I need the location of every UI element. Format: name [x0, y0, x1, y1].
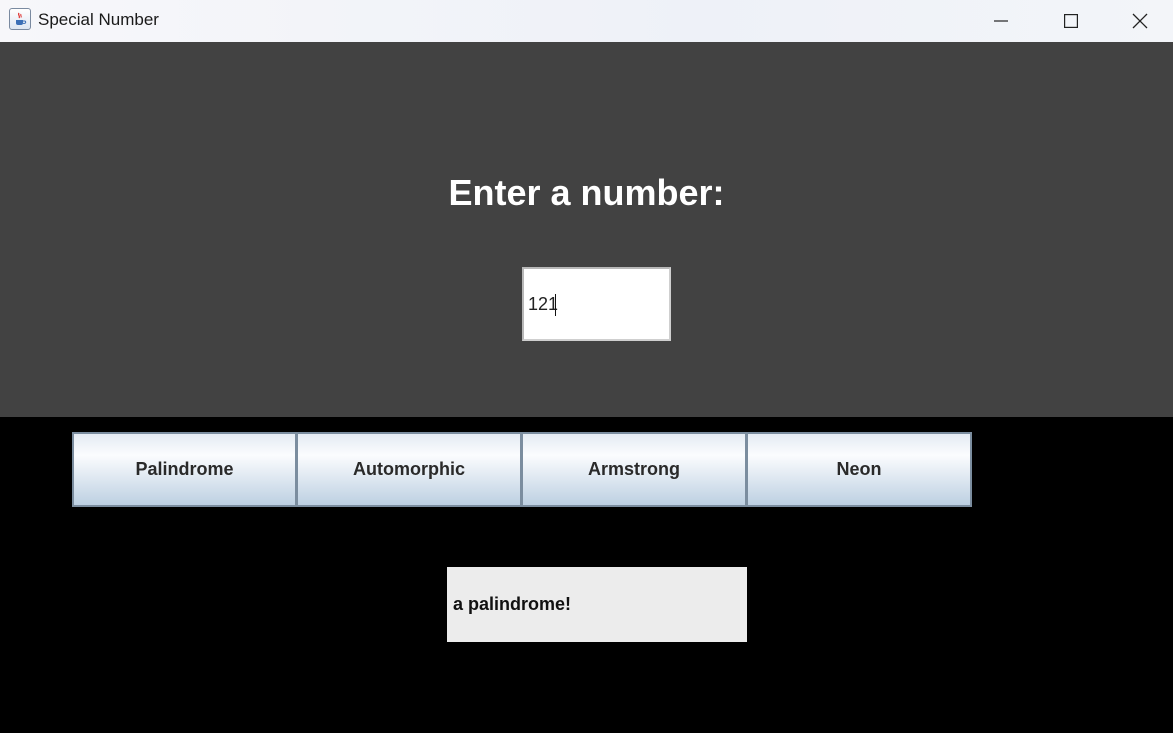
close-icon: [1132, 13, 1147, 29]
maximize-button[interactable]: [1036, 0, 1106, 42]
result-label: a palindrome!: [447, 567, 747, 642]
window-title: Special Number: [38, 10, 159, 29]
close-button[interactable]: [1106, 0, 1173, 42]
palindrome-button[interactable]: Palindrome: [72, 432, 297, 507]
armstrong-button[interactable]: Armstrong: [522, 432, 747, 507]
java-cup-icon: [9, 8, 31, 30]
minimize-button[interactable]: [966, 0, 1036, 42]
maximize-icon: [1064, 14, 1078, 28]
result-text: a palindrome!: [453, 594, 572, 614]
number-input[interactable]: [522, 267, 671, 341]
check-buttons-row: Palindrome Automorphic Armstrong Neon: [72, 432, 972, 507]
neon-button[interactable]: Neon: [747, 432, 972, 507]
input-panel: [0, 42, 1173, 417]
automorphic-button[interactable]: Automorphic: [297, 432, 522, 507]
minimize-icon: [994, 20, 1008, 22]
prompt-heading: Enter a number:: [448, 172, 725, 213]
title-bar: Special Number: [0, 0, 1173, 42]
text-caret: [555, 294, 556, 316]
